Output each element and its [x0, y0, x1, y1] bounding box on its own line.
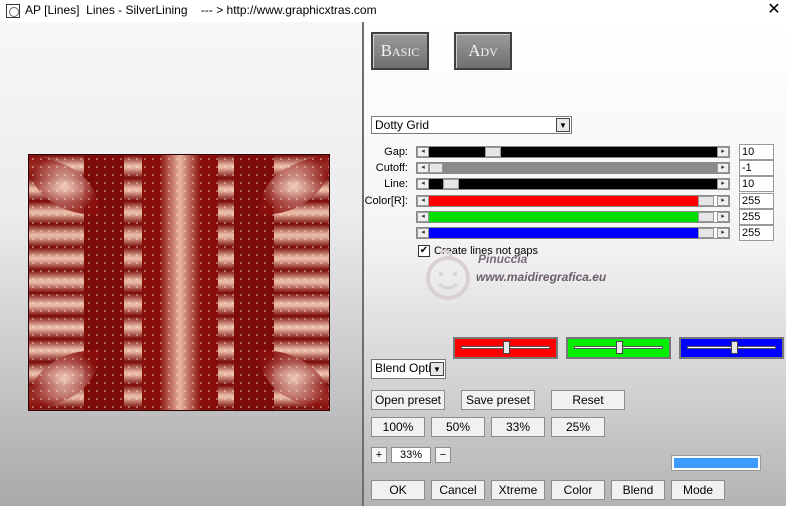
- arrow-right-icon[interactable]: ▸: [717, 179, 729, 189]
- slider-thumb[interactable]: [429, 163, 443, 173]
- watermark-url: www.maidiregrafica.eu: [476, 270, 607, 284]
- color-button[interactable]: Color: [551, 480, 605, 500]
- zoom-33-button[interactable]: 33%: [491, 417, 545, 437]
- preview-panel: [0, 22, 362, 506]
- adv-tab-button[interactable]: Adv: [454, 32, 512, 70]
- zoom-in-button[interactable]: +: [371, 447, 387, 463]
- gap-value[interactable]: 10: [739, 144, 774, 160]
- cutoff-label: Cutoff:: [375, 162, 408, 174]
- blue-channel-slider[interactable]: [679, 337, 784, 359]
- watermark-logo: [426, 249, 470, 300]
- cutoff-slider[interactable]: ◂ ▸: [416, 162, 730, 174]
- zoom-out-button[interactable]: −: [435, 447, 451, 463]
- zoom-level: 33%: [391, 447, 431, 463]
- mode-select[interactable]: Dotty Grid ▼: [371, 116, 572, 134]
- line-value[interactable]: 10: [739, 176, 774, 192]
- chevron-down-icon[interactable]: ▼: [430, 362, 444, 376]
- green-channel-slider[interactable]: [566, 337, 671, 359]
- basic-tab-button[interactable]: Basic: [371, 32, 429, 70]
- slider-thumb[interactable]: [731, 341, 738, 354]
- arrow-left-icon[interactable]: ◂: [417, 163, 429, 173]
- arrow-left-icon[interactable]: ◂: [417, 228, 429, 238]
- close-button[interactable]: ✕: [762, 0, 786, 22]
- color-b-value[interactable]: 255: [739, 225, 774, 241]
- watermark-name: Pinuccia: [478, 252, 528, 266]
- line-slider[interactable]: ◂ ▸: [416, 178, 730, 190]
- arrow-right-icon[interactable]: ▸: [717, 147, 729, 157]
- color-r-slider[interactable]: ◂ ▸: [416, 195, 730, 207]
- mode-button[interactable]: Mode: [671, 480, 725, 500]
- app-icon: [6, 4, 20, 18]
- watermark: Pinuccia www.maidiregrafica.eu: [422, 248, 652, 308]
- color-b-slider[interactable]: ◂ ▸: [416, 227, 730, 239]
- blend-button[interactable]: Blend: [611, 480, 665, 500]
- zoom-25-button[interactable]: 25%: [551, 417, 605, 437]
- slider-thumb[interactable]: [443, 179, 459, 189]
- title-bar: AP [Lines] Lines - SilverLining --- > ht…: [0, 0, 786, 22]
- slider-thumb[interactable]: [698, 212, 714, 222]
- zoom-50-button[interactable]: 50%: [431, 417, 485, 437]
- color-swatch[interactable]: [671, 455, 761, 471]
- color-r-label: Color[R]:: [364, 195, 408, 207]
- arrow-left-icon[interactable]: ◂: [417, 179, 429, 189]
- arrow-right-icon[interactable]: ▸: [717, 163, 729, 173]
- gap-label: Gap:: [384, 146, 408, 158]
- window-title: AP [Lines] Lines - SilverLining --- > ht…: [25, 3, 377, 17]
- blend-options-value: Blend Opti: [375, 361, 431, 375]
- slider-thumb[interactable]: [698, 228, 714, 238]
- save-preset-button[interactable]: Save preset: [461, 390, 535, 410]
- red-channel-slider[interactable]: [453, 337, 558, 359]
- arrow-right-icon[interactable]: ▸: [717, 212, 729, 222]
- slider-thumb[interactable]: [698, 196, 714, 206]
- gap-slider[interactable]: ◂ ▸: [416, 146, 730, 158]
- arrow-left-icon[interactable]: ◂: [417, 147, 429, 157]
- cancel-button[interactable]: Cancel: [431, 480, 485, 500]
- color-r-value[interactable]: 255: [739, 193, 774, 209]
- slider-thumb[interactable]: [485, 147, 501, 157]
- cutoff-value[interactable]: -1: [739, 160, 774, 176]
- line-label: Line:: [384, 178, 408, 190]
- chevron-down-icon[interactable]: ▼: [556, 118, 570, 132]
- color-g-slider[interactable]: ◂ ▸: [416, 211, 730, 223]
- preview-image[interactable]: [28, 154, 330, 411]
- blend-options-select[interactable]: Blend Opti ▼: [371, 359, 446, 379]
- arrow-left-icon[interactable]: ◂: [417, 212, 429, 222]
- open-preset-button[interactable]: Open preset: [371, 390, 445, 410]
- slider-thumb[interactable]: [616, 341, 623, 354]
- reset-button[interactable]: Reset: [551, 390, 625, 410]
- arrow-right-icon[interactable]: ▸: [717, 228, 729, 238]
- mode-select-value: Dotty Grid: [375, 118, 430, 132]
- ok-button[interactable]: OK: [371, 480, 425, 500]
- arrow-right-icon[interactable]: ▸: [717, 196, 729, 206]
- color-g-value[interactable]: 255: [739, 209, 774, 225]
- xtreme-button[interactable]: Xtreme: [491, 480, 545, 500]
- arrow-left-icon[interactable]: ◂: [417, 196, 429, 206]
- zoom-100-button[interactable]: 100%: [371, 417, 425, 437]
- slider-thumb[interactable]: [503, 341, 510, 354]
